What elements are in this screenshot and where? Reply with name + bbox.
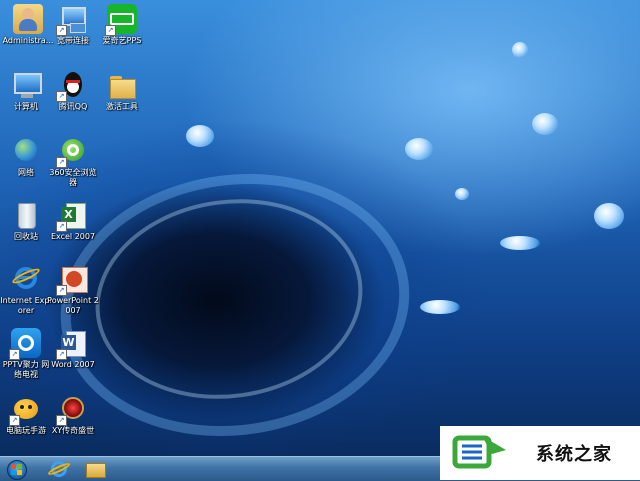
icon-label: Word 2007 bbox=[51, 360, 95, 369]
icon-label: 宽带连接 bbox=[57, 36, 89, 45]
network-globe-icon bbox=[11, 136, 41, 166]
shortcut-arrow-icon: ↗ bbox=[56, 415, 67, 426]
icon-label: 360安全浏览器 bbox=[49, 168, 97, 187]
xy-legend-game-icon: ↗ bbox=[56, 394, 88, 426]
recycle-bin-icon bbox=[11, 200, 41, 230]
water-drop bbox=[512, 42, 528, 58]
excel-icon: X ↗ bbox=[56, 200, 88, 232]
360-browser-icon: ↗ bbox=[56, 136, 88, 168]
icon-label: 腾讯QQ bbox=[58, 102, 88, 111]
icon-label: 回收站 bbox=[14, 232, 38, 241]
xitongzhijia-logo bbox=[452, 435, 506, 469]
watermark-text: 系统之家 bbox=[536, 444, 612, 465]
icon-label: 电脑玩手游 bbox=[6, 426, 46, 435]
icon-label: 激活工具 bbox=[106, 102, 138, 111]
shortcut-arrow-icon: ↗ bbox=[105, 25, 116, 36]
desktop-icon-broadband[interactable]: ↗ 宽带连接 bbox=[47, 4, 99, 46]
desktop-icon-xy-legend[interactable]: ↗ XY传奇盛世 bbox=[47, 394, 99, 436]
water-drop bbox=[186, 125, 214, 147]
desktop-icon-pptv[interactable]: ↗ PPTV聚力 网络电视 bbox=[0, 328, 52, 380]
admin-user-folder-icon bbox=[13, 4, 43, 34]
taskbar-pinned-internet-explorer[interactable] bbox=[44, 459, 74, 479]
desktop-icon-internet-explorer[interactable]: Internet Explorer bbox=[0, 264, 52, 316]
powerpoint-icon: ↗ bbox=[56, 264, 88, 296]
pptv-icon: ↗ bbox=[9, 328, 41, 360]
site-watermark: 系统之家 bbox=[440, 426, 640, 480]
iqiyi-pps-icon: ↗ bbox=[105, 4, 137, 36]
folder-icon bbox=[107, 70, 137, 100]
desktop-icon-activation-tools[interactable]: 激活工具 bbox=[96, 70, 148, 112]
broadband-connection-icon: ↗ bbox=[56, 4, 88, 36]
icon-label: Excel 2007 bbox=[50, 232, 96, 241]
desktop-icon-powerpoint[interactable]: ↗ PowerPoint 2007 bbox=[47, 264, 99, 316]
internet-explorer-icon bbox=[10, 264, 42, 294]
desktop-icon-word[interactable]: W ↗ Word 2007 bbox=[47, 328, 99, 370]
start-orb-icon bbox=[7, 460, 27, 480]
file-explorer-folder-icon bbox=[86, 463, 106, 478]
desktop-icon-computer[interactable]: 计算机 bbox=[0, 70, 52, 112]
word-icon: W ↗ bbox=[56, 328, 88, 360]
desktop-icon-qq[interactable]: ↗ 腾讯QQ bbox=[47, 70, 99, 112]
shortcut-arrow-icon: ↗ bbox=[9, 349, 20, 360]
water-drop bbox=[420, 300, 460, 314]
desktop-wallpaper: Administra... 计算机 网络 回收站 Internet Explor… bbox=[0, 0, 640, 456]
icon-label: 计算机 bbox=[14, 102, 38, 111]
water-drop bbox=[500, 236, 540, 250]
water-drop bbox=[594, 203, 624, 229]
computer-icon bbox=[11, 70, 42, 100]
taskbar-pinned-file-explorer[interactable] bbox=[80, 459, 110, 479]
shortcut-arrow-icon: ↗ bbox=[9, 415, 20, 426]
shortcut-arrow-icon: ↗ bbox=[56, 157, 67, 168]
qq-penguin-icon: ↗ bbox=[56, 70, 88, 102]
desktop-icon-excel[interactable]: X ↗ Excel 2007 bbox=[47, 200, 99, 242]
mobile-game-icon: ↗ bbox=[9, 394, 41, 426]
icon-label: XY传奇盛世 bbox=[51, 426, 95, 435]
water-drop bbox=[405, 138, 433, 160]
desktop-icon-360-browser[interactable]: ↗ 360安全浏览器 bbox=[47, 136, 99, 188]
icon-label: 爱奇艺PPS bbox=[102, 36, 142, 45]
desktop-icon-iqiyi[interactable]: ↗ 爱奇艺PPS bbox=[96, 4, 148, 46]
icon-label: 网络 bbox=[18, 168, 34, 177]
shortcut-arrow-icon: ↗ bbox=[56, 91, 67, 102]
icon-label: PowerPoint 2007 bbox=[47, 296, 99, 315]
shortcut-arrow-icon: ↗ bbox=[56, 221, 67, 232]
desktop-icon-recycle-bin[interactable]: 回收站 bbox=[0, 200, 52, 242]
icon-label: PPTV聚力 网络电视 bbox=[2, 360, 50, 379]
water-drop bbox=[455, 188, 469, 200]
desktop-icon-mobile-game[interactable]: ↗ 电脑玩手游 bbox=[0, 394, 52, 436]
shortcut-arrow-icon: ↗ bbox=[56, 285, 67, 296]
water-drop bbox=[532, 113, 558, 135]
shortcut-arrow-icon: ↗ bbox=[56, 349, 67, 360]
icon-label: Internet Explorer bbox=[0, 296, 52, 315]
desktop-icon-network[interactable]: 网络 bbox=[0, 136, 52, 178]
start-button[interactable] bbox=[2, 457, 30, 481]
shortcut-arrow-icon: ↗ bbox=[56, 25, 67, 36]
